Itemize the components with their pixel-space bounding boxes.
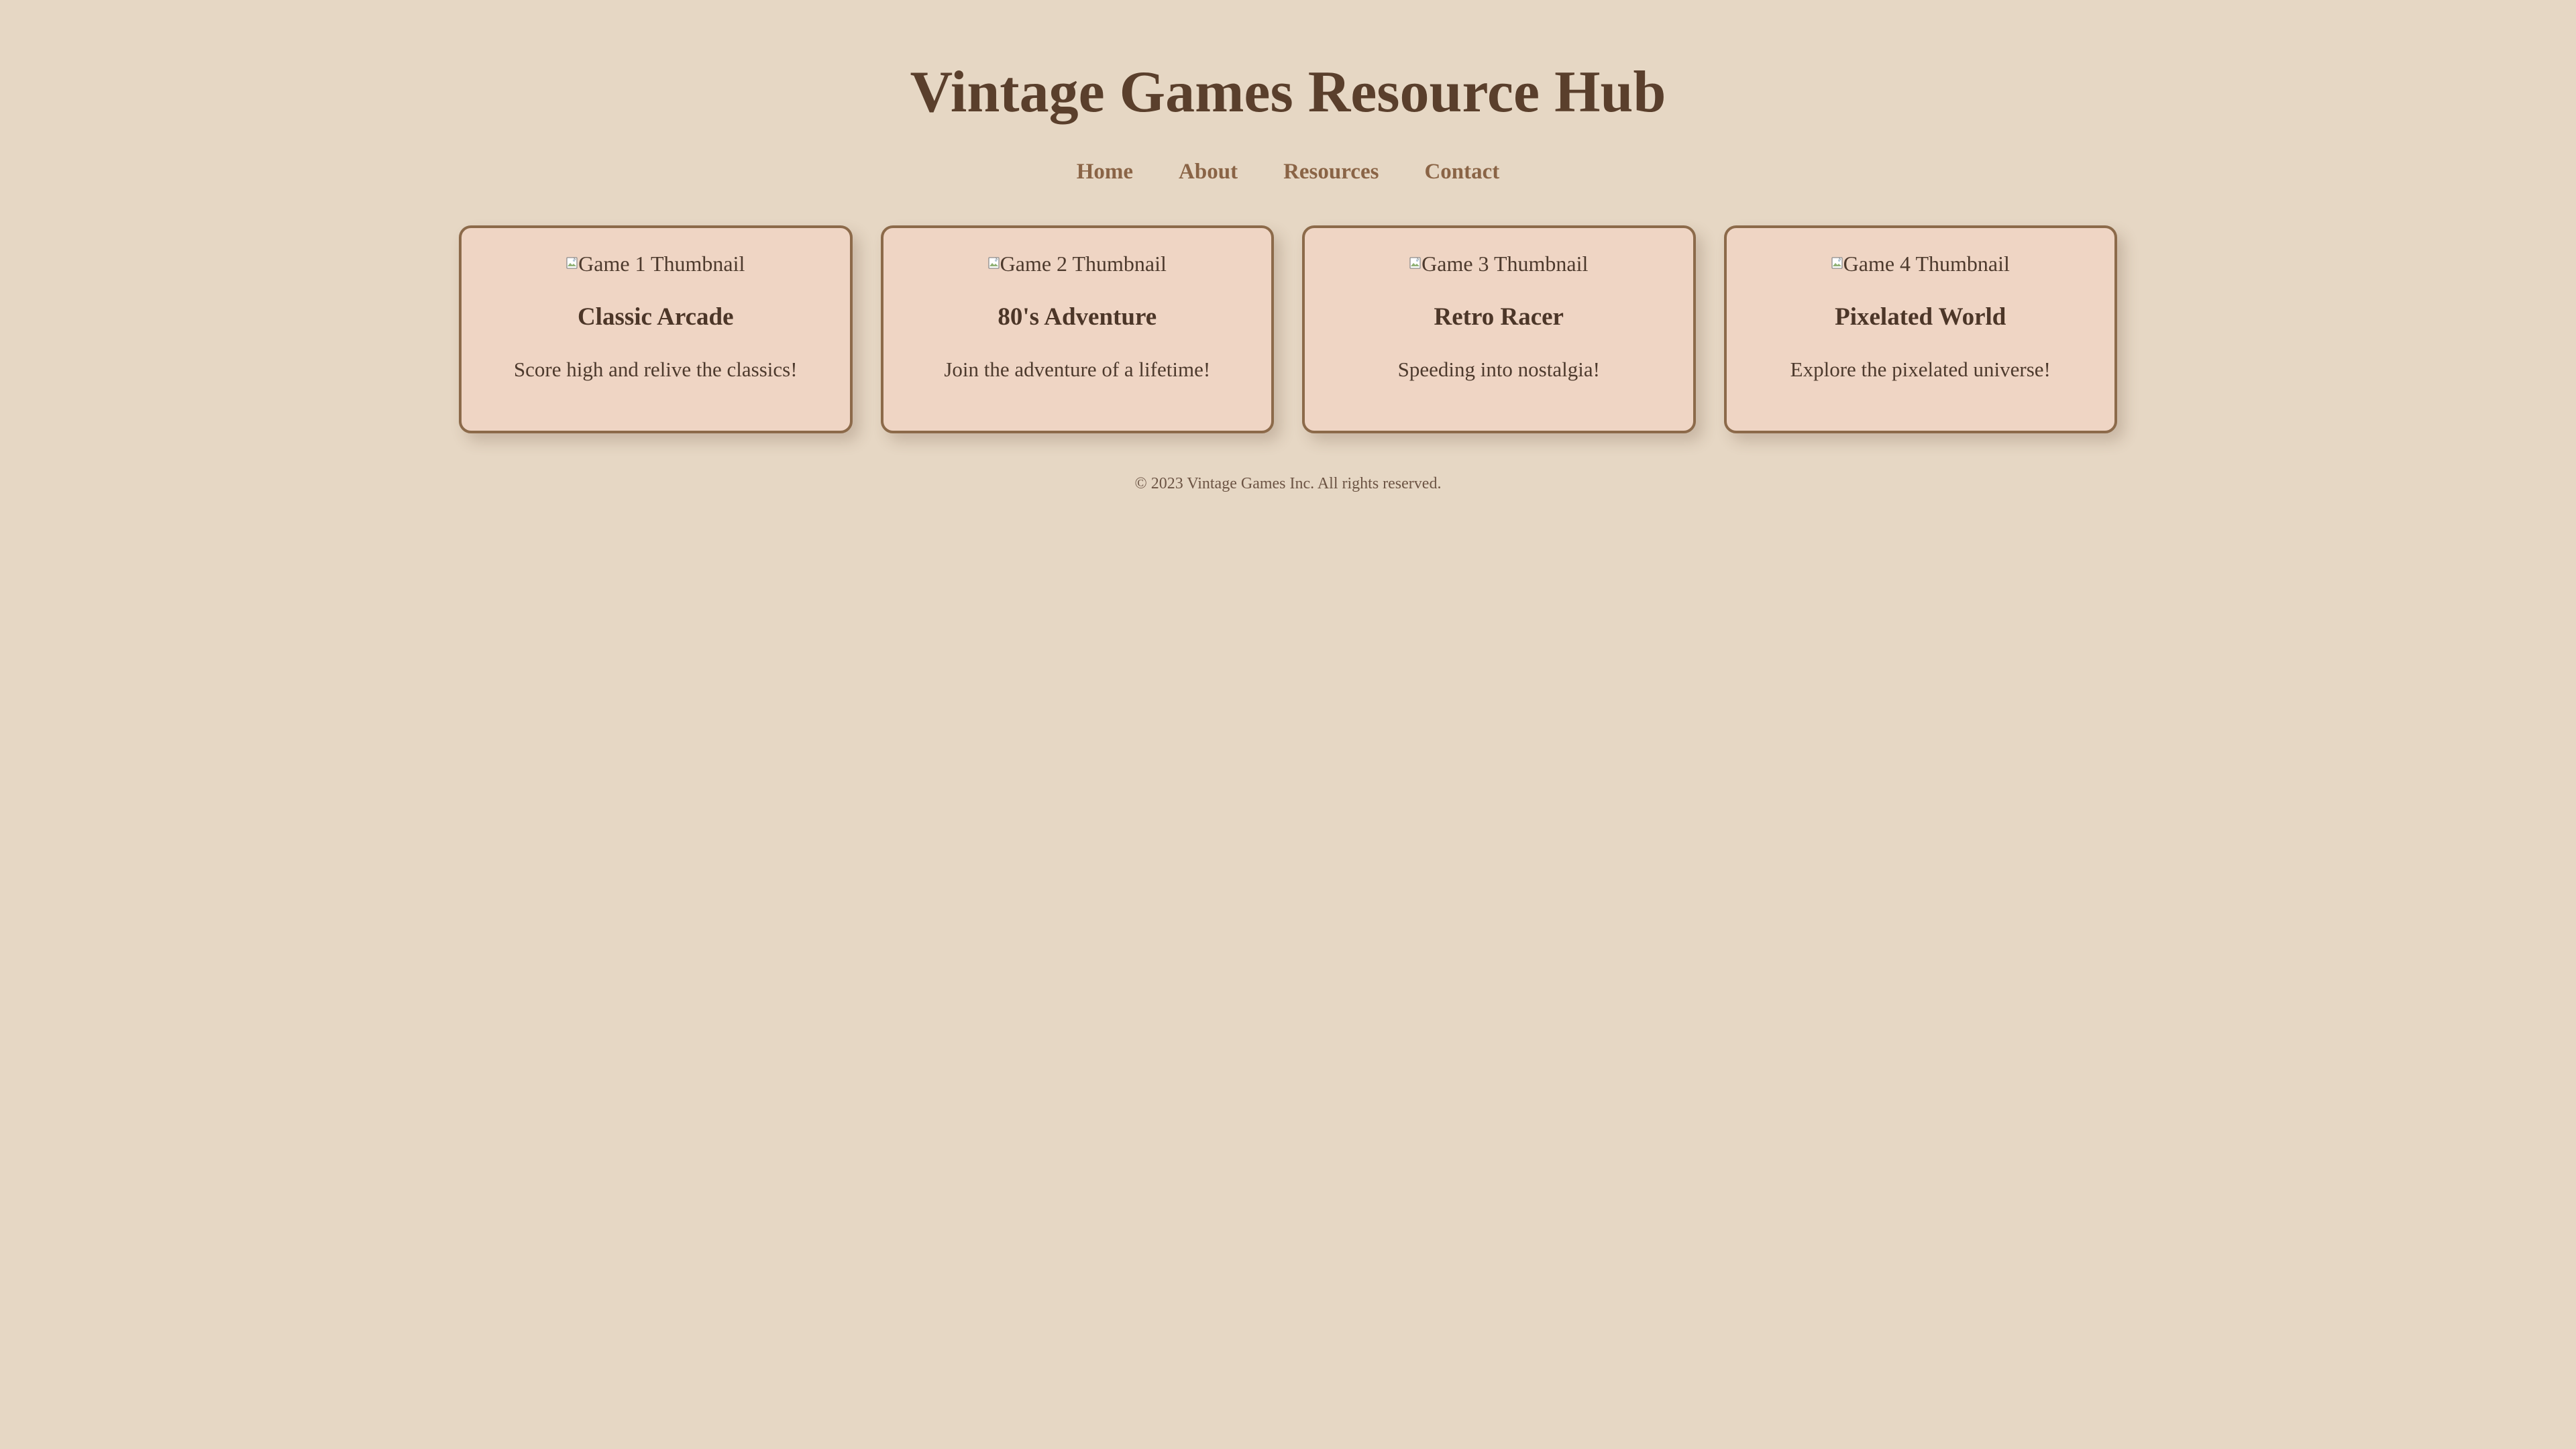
game-thumbnail-placeholder: Game 3 Thumbnail bbox=[1305, 250, 1693, 278]
broken-image-icon bbox=[566, 257, 578, 269]
game-card-retro-racer[interactable]: Game 3 Thumbnail Retro Racer Speeding in… bbox=[1302, 225, 1696, 433]
game-card-description: Join the adventure of a lifetime! bbox=[944, 358, 1211, 381]
game-card-grid: Game 1 Thumbnail Classic Arcade Score hi… bbox=[459, 225, 2117, 433]
game-card-description: Speeding into nostalgia! bbox=[1397, 358, 1600, 381]
game-card-description: Score high and relive the classics! bbox=[513, 358, 798, 381]
thumbnail-alt-text: Game 3 Thumbnail bbox=[1421, 252, 1589, 276]
game-card-title: Pixelated World bbox=[1835, 303, 2006, 331]
nav-contact-link[interactable]: Contact bbox=[1424, 153, 1499, 191]
game-card-title: 80's Adventure bbox=[998, 303, 1157, 331]
broken-image-icon bbox=[987, 257, 1000, 269]
thumbnail-alt-text: Game 2 Thumbnail bbox=[1000, 252, 1167, 276]
game-thumbnail-placeholder: Game 4 Thumbnail bbox=[1727, 250, 2115, 278]
main-navigation: Home About Resources Contact bbox=[0, 153, 2576, 191]
game-card-80s-adventure[interactable]: Game 2 Thumbnail 80's Adventure Join the… bbox=[880, 225, 1274, 433]
site-title: Vintage Games Resource Hub bbox=[910, 60, 1666, 125]
game-card-title: Retro Racer bbox=[1434, 303, 1564, 331]
nav-home-link[interactable]: Home bbox=[1077, 153, 1133, 191]
thumbnail-alt-text: Game 4 Thumbnail bbox=[1843, 252, 2010, 276]
nav-resources-link[interactable]: Resources bbox=[1283, 153, 1379, 191]
game-card-title: Classic Arcade bbox=[577, 303, 734, 331]
thumbnail-alt-text: Game 1 Thumbnail bbox=[578, 252, 745, 276]
vintage-games-page: Vintage Games Resource Hub Home About Re… bbox=[0, 0, 2576, 1449]
game-card-description: Explore the pixelated universe! bbox=[1790, 358, 2051, 381]
game-thumbnail-placeholder: Game 2 Thumbnail bbox=[883, 250, 1272, 278]
nav-about-link[interactable]: About bbox=[1179, 153, 1238, 191]
footer-copyright: © 2023 Vintage Games Inc. All rights res… bbox=[1134, 475, 1442, 492]
broken-image-icon bbox=[1831, 257, 1843, 269]
broken-image-icon bbox=[1409, 257, 1421, 269]
game-thumbnail-placeholder: Game 1 Thumbnail bbox=[462, 250, 850, 278]
game-card-pixelated-world[interactable]: Game 4 Thumbnail Pixelated World Explore… bbox=[1723, 225, 2117, 433]
game-card-classic-arcade[interactable]: Game 1 Thumbnail Classic Arcade Score hi… bbox=[459, 225, 853, 433]
